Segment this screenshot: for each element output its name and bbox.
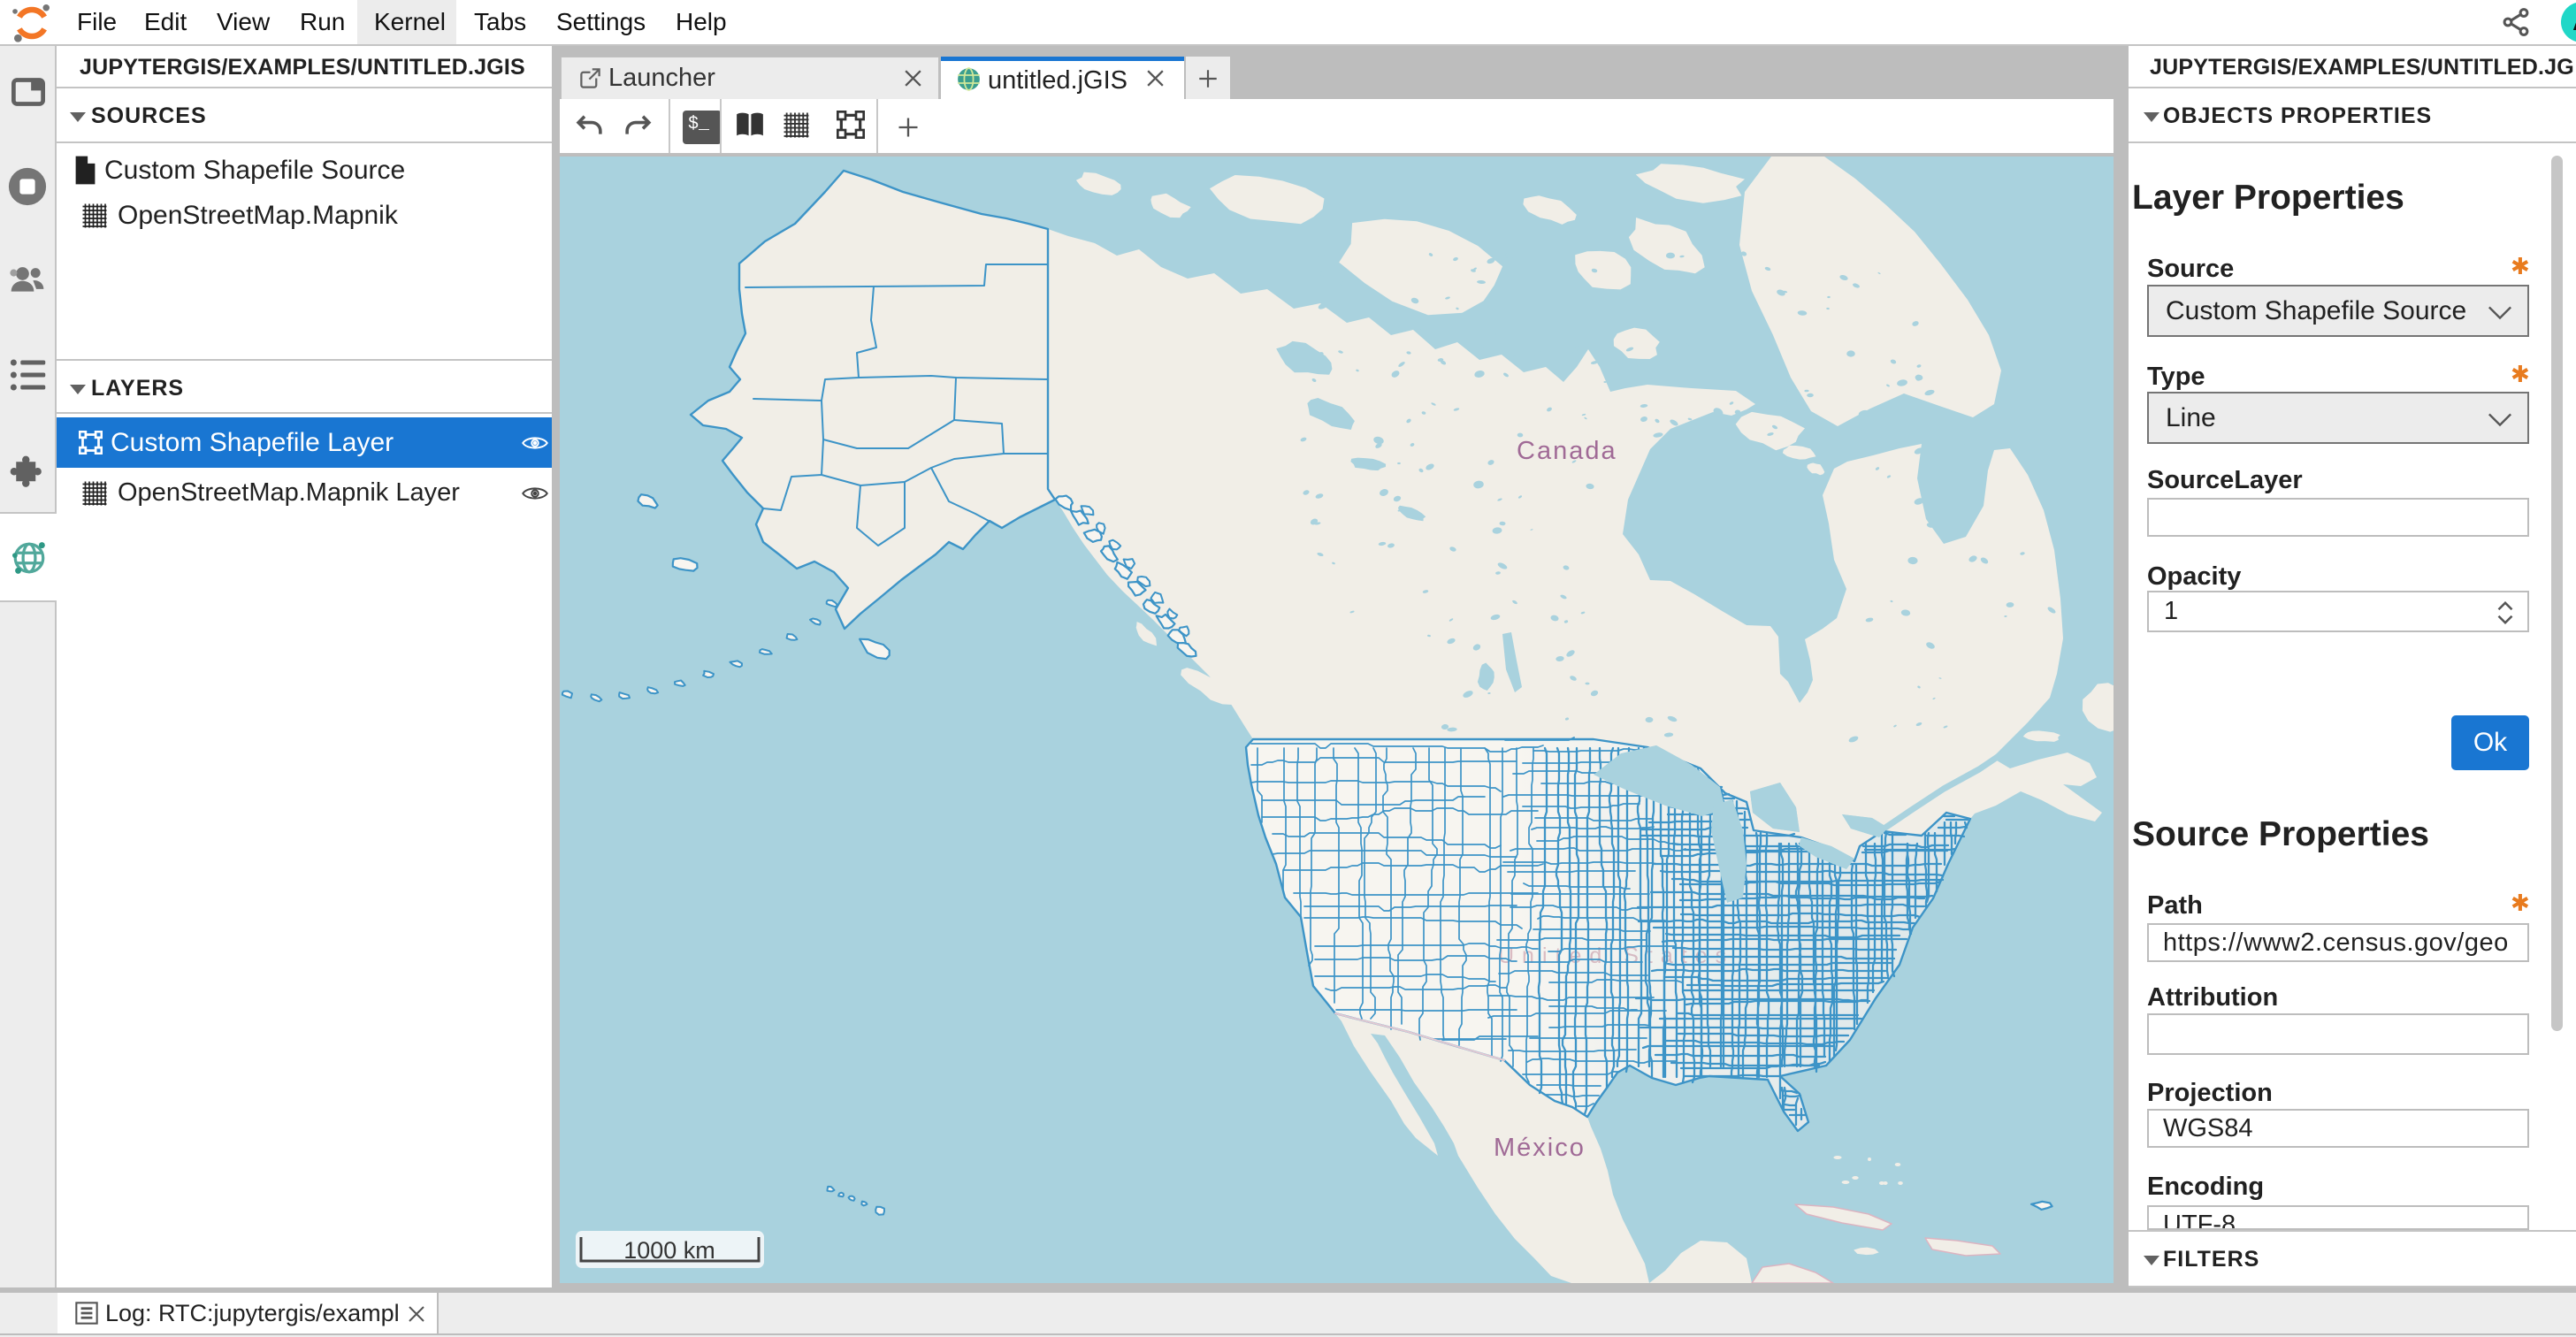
svg-text:Canada: Canada [1517, 437, 1617, 465]
svg-text:México: México [1494, 1134, 1586, 1162]
svg-text:1000 km: 1000 km [623, 1237, 715, 1264]
